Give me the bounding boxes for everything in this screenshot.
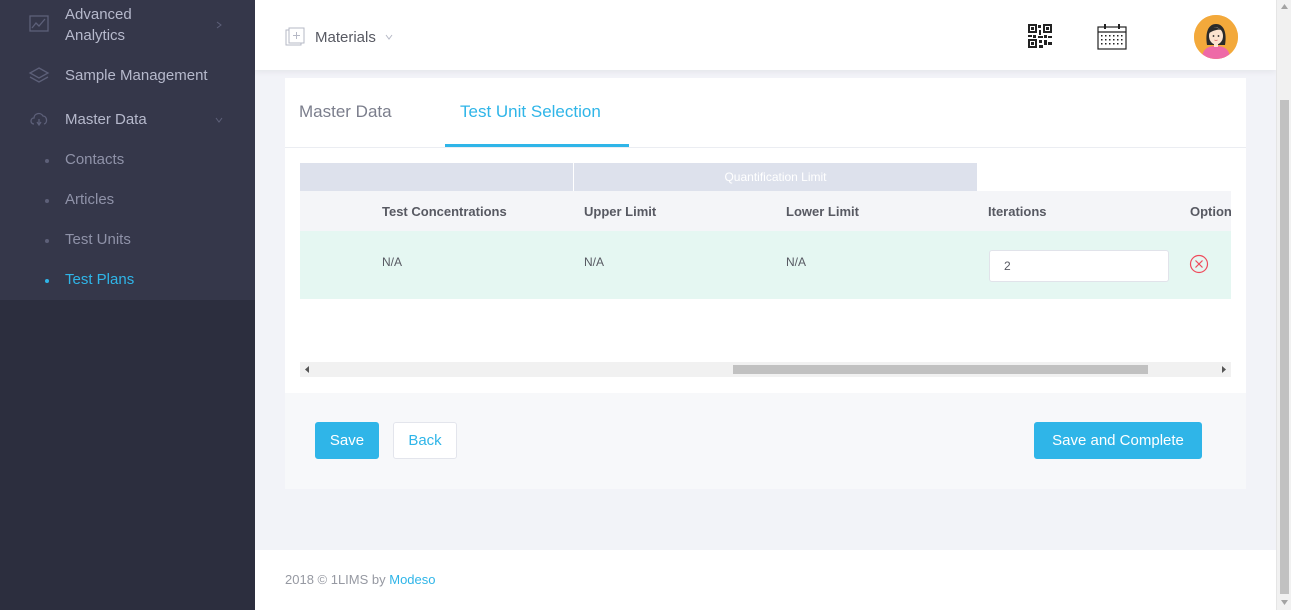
user-avatar-icon	[1194, 15, 1238, 59]
nav-item-sample-management[interactable]: Sample Management	[0, 62, 255, 90]
add-box-icon	[285, 27, 305, 46]
sidebar-menu: Advanced Analytics Sample Management Mast…	[0, 0, 255, 300]
column-header-upper-limit: Upper Limit	[584, 204, 657, 219]
save-and-complete-button[interactable]: Save and Complete	[1034, 422, 1202, 459]
column-header-iterations: Iterations	[988, 204, 1047, 219]
company-link[interactable]: Modeso	[389, 572, 435, 587]
nav-label: Advanced Analytics	[65, 6, 132, 44]
test-plan-card: Master Data Test Unit Selection Quantifi…	[285, 78, 1246, 489]
sidebar-item-label: Contacts	[65, 151, 125, 168]
nav-item-advanced-analytics[interactable]: Advanced Analytics	[0, 2, 255, 46]
back-button[interactable]: Back	[393, 422, 457, 459]
sidebar-item-label: Articles	[65, 191, 115, 208]
nav-label: Master Data	[65, 111, 147, 128]
sidebar-item-articles[interactable]: Articles	[0, 186, 255, 216]
column-header-lower-limit: Lower Limit	[786, 204, 859, 219]
cell-lower-limit: N/A	[786, 255, 807, 269]
bullet	[45, 239, 49, 243]
page-footer: 2018 © 1LIMS by Modeso	[255, 550, 1276, 610]
scroll-down-arrow-icon[interactable]	[1280, 598, 1289, 606]
chevron-down-icon	[215, 117, 223, 123]
cloud-icon	[30, 112, 48, 127]
sidebar-item-test-plans[interactable]: Test Plans	[0, 266, 255, 296]
calendar-icon[interactable]	[1097, 23, 1127, 50]
remove-circle-icon[interactable]	[1189, 254, 1209, 274]
sidebar: Advanced Analytics Sample Management Mast…	[0, 0, 255, 610]
scroll-right-arrow-icon[interactable]	[1220, 365, 1228, 374]
nav-label: Sample Management	[65, 67, 208, 84]
column-header-test-concentrations: Test Concentrations	[382, 204, 507, 219]
top-header: Materials	[255, 0, 1276, 70]
avatar[interactable]	[1194, 15, 1238, 59]
sidebar-item-test-units[interactable]: Test Units	[0, 226, 255, 256]
bullet	[45, 199, 49, 203]
group-header-empty	[300, 163, 573, 191]
scroll-left-arrow-icon[interactable]	[303, 365, 311, 374]
save-button[interactable]: Save	[315, 422, 379, 459]
table-header-row: Test Concentrations Upper Limit Lower Li…	[300, 191, 1231, 231]
chart-icon	[29, 15, 49, 32]
test-unit-table: Quantification Limit Test Concentrations…	[300, 163, 1231, 378]
sidebar-item-label: Test Plans	[65, 271, 135, 288]
layers-icon	[28, 67, 50, 83]
iterations-input[interactable]: 2	[989, 250, 1169, 282]
cell-upper-limit: N/A	[584, 255, 605, 269]
scrollbar-thumb[interactable]	[1280, 100, 1289, 594]
column-header-option: Option	[1190, 204, 1231, 219]
copyright: 2018 © 1LIMS by Modeso	[285, 572, 436, 587]
scrollbar-thumb[interactable]	[733, 365, 1148, 374]
cell-test-concentrations: N/A	[382, 255, 403, 269]
chevron-down-icon	[385, 34, 393, 40]
nav-item-master-data[interactable]: Master Data	[0, 106, 255, 134]
table-horizontal-scrollbar[interactable]	[300, 362, 1231, 377]
group-header-quantification-limit: Quantification Limit	[574, 163, 977, 191]
scroll-up-arrow-icon[interactable]	[1280, 3, 1289, 11]
bullet	[45, 159, 49, 163]
tab-master-data[interactable]: Master Data	[299, 102, 392, 122]
bullet	[45, 279, 49, 283]
tab-bar: Master Data Test Unit Selection	[285, 78, 1246, 148]
form-actions: Save Back Save and Complete	[285, 393, 1246, 489]
table-row: N/A N/A N/A 2	[300, 231, 1231, 299]
sidebar-item-contacts[interactable]: Contacts	[0, 146, 255, 176]
copyright-text: 2018 © 1LIMS by	[285, 572, 390, 587]
page-scrollbar[interactable]	[1276, 0, 1291, 610]
tab-test-unit-selection[interactable]: Test Unit Selection	[460, 102, 601, 122]
materials-label: Materials	[315, 28, 376, 46]
chevron-right-icon	[216, 21, 222, 29]
active-tab-indicator	[445, 144, 629, 147]
materials-dropdown[interactable]: Materials	[285, 26, 394, 48]
qr-code-icon[interactable]	[1028, 24, 1052, 48]
sidebar-item-label: Test Units	[65, 231, 131, 248]
